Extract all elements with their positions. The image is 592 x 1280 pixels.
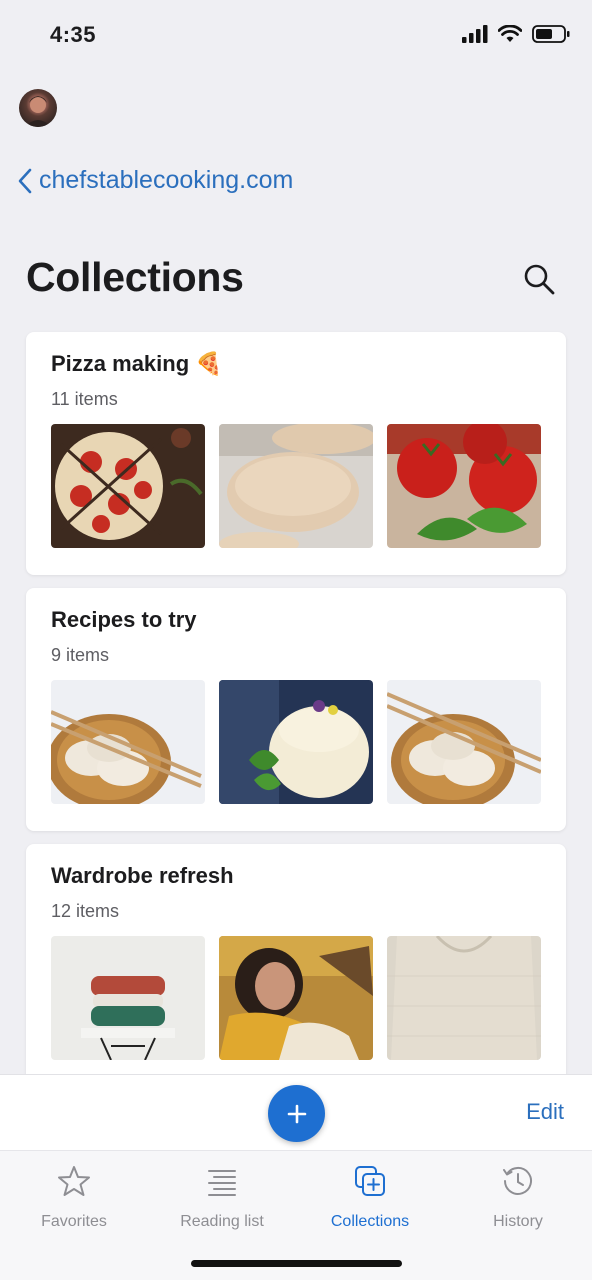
history-icon <box>503 1166 532 1195</box>
status-bar: 4:35 <box>0 0 592 72</box>
plus-icon <box>287 1104 306 1123</box>
search-button[interactable] <box>520 260 558 298</box>
edit-button[interactable]: Edit <box>526 1099 564 1125</box>
thumbnail-knit-sweater[interactable] <box>387 936 541 1060</box>
collection-card[interactable]: Wardrobe refresh 12 items <box>26 844 566 1087</box>
thumbnail-pizza-dough[interactable] <box>219 424 373 548</box>
home-indicator <box>191 1260 402 1267</box>
thumbnail-person-yellow-jacket[interactable] <box>219 936 373 1060</box>
collections-icon <box>355 1166 385 1196</box>
chevron-left-icon <box>18 168 32 193</box>
tab-label: History <box>493 1213 543 1230</box>
tab-collections[interactable]: Collections <box>296 1163 444 1231</box>
bottom-toolbar: Edit <box>0 1074 592 1150</box>
collection-title: Pizza making 🍕 <box>51 351 223 376</box>
thumbnail-folded-sweaters[interactable] <box>51 936 205 1060</box>
status-time: 4:35 <box>50 22 97 47</box>
thumbnail-panna-cotta[interactable] <box>219 680 373 804</box>
add-collection-button[interactable] <box>268 1085 325 1142</box>
tab-label: Reading list <box>180 1213 264 1230</box>
star-icon <box>58 1166 90 1196</box>
signal-icon <box>462 25 488 43</box>
search-icon <box>524 264 555 295</box>
thumbnail-dumplings[interactable] <box>387 680 541 804</box>
tab-label: Collections <box>330 1213 410 1230</box>
tab-label: Favorites <box>41 1213 107 1230</box>
battery-icon <box>532 25 570 43</box>
thumbnail-dumplings[interactable] <box>51 680 205 804</box>
collection-count: 11 items <box>51 389 118 409</box>
reading-list-icon <box>208 1170 236 1196</box>
collection-title: Recipes to try <box>51 607 197 632</box>
collection-title: Wardrobe refresh <box>51 863 234 888</box>
back-link-label: chefstablecooking.com <box>39 166 294 194</box>
wifi-icon <box>498 25 522 42</box>
tab-favorites[interactable]: Favorites <box>0 1163 148 1231</box>
collection-count: 9 items <box>51 645 110 665</box>
page-title: Collections <box>26 254 244 300</box>
collection-card[interactable]: Pizza making 🍕 11 items <box>26 332 566 575</box>
back-link[interactable]: chefstablecooking.com <box>17 166 293 195</box>
thumbnail-pizza-slices[interactable] <box>51 424 205 548</box>
status-icons <box>462 25 570 43</box>
tab-history[interactable]: History <box>444 1163 592 1231</box>
tab-reading-list[interactable]: Reading list <box>148 1163 296 1231</box>
profile-avatar[interactable] <box>19 89 57 127</box>
thumbnail-tomatoes-basil[interactable] <box>387 424 541 548</box>
collection-count: 12 items <box>51 901 120 921</box>
collection-card[interactable]: Recipes to try 9 items <box>26 588 566 831</box>
